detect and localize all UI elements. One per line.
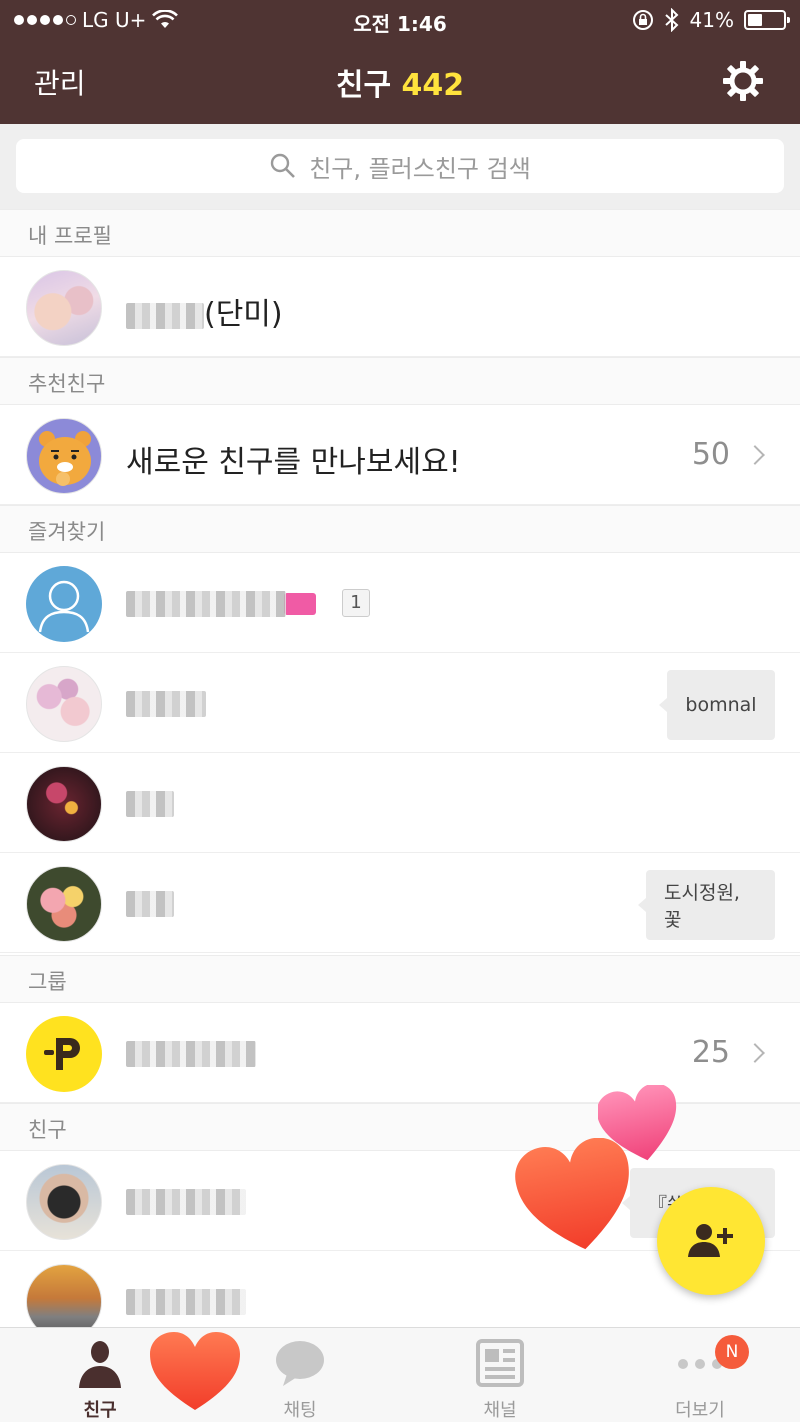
- person-icon: [79, 1341, 121, 1388]
- blurred-name: [126, 790, 174, 817]
- tab-more-label: 더보기: [675, 1400, 725, 1421]
- blurred-name: [126, 1188, 246, 1215]
- favorite-name: [126, 785, 174, 820]
- tab-channel-label: 채널: [483, 1400, 517, 1421]
- speech-bubble-icon: [276, 1341, 324, 1386]
- blurred-name: [126, 890, 174, 917]
- battery-percent: 41%: [689, 8, 734, 32]
- battery-icon: [744, 10, 790, 30]
- group-count-value: 25: [691, 1035, 730, 1070]
- my-profile-name: (단미): [126, 289, 283, 333]
- default-profile-avatar: [26, 566, 102, 642]
- avatar: [26, 666, 102, 742]
- header: 관리 친구 442: [0, 40, 800, 124]
- section-label: 친구: [28, 1118, 67, 1142]
- favorite-name: [126, 685, 206, 720]
- tab-chat[interactable]: 채팅: [220, 1328, 380, 1422]
- search-input[interactable]: 친구, 플러스친구 검색: [16, 139, 784, 193]
- tab-more[interactable]: 더보기: [620, 1328, 780, 1422]
- group-count: 25: [691, 1035, 765, 1070]
- blurred-name: [126, 1040, 256, 1067]
- recommended-friends-row[interactable]: 새로운 친구를 만나보세요! 50: [0, 405, 800, 505]
- settings-gear-icon[interactable]: [720, 58, 766, 104]
- search-area: 친구, 플러스친구 검색: [0, 124, 800, 210]
- avatar: [26, 766, 102, 842]
- favorite-name: [126, 585, 316, 620]
- channel-news-icon: [476, 1339, 524, 1387]
- group-avatar: [26, 1016, 102, 1092]
- section-header-my-profile: 내 프로필: [0, 209, 800, 257]
- heart-emoji-icon: [284, 592, 316, 615]
- favorite-row[interactable]: [0, 753, 800, 853]
- status-message-bubble: 도시정원,꽃: [638, 870, 775, 940]
- friend-name: [126, 1283, 246, 1318]
- rotation-lock-icon: [632, 10, 653, 30]
- my-profile-row[interactable]: (단미): [0, 257, 800, 357]
- avatar: [26, 866, 102, 942]
- recommended-count: 50: [691, 437, 765, 472]
- favorite-row[interactable]: 1: [0, 553, 800, 653]
- plus-friend-p-icon: [44, 1038, 80, 1070]
- status-message-bubble: bomnal: [659, 670, 775, 740]
- section-header-groups: 그룹: [0, 955, 800, 1003]
- ryan-character-icon: [39, 431, 91, 486]
- section-label: 내 프로필: [28, 224, 112, 248]
- section-label: 그룹: [28, 970, 67, 994]
- add-friend-icon: [688, 1224, 733, 1257]
- new-badge: N: [715, 1335, 749, 1369]
- unread-badge: 1: [342, 589, 370, 617]
- red-heart-icon: [515, 1138, 629, 1250]
- favorite-row[interactable]: 도시정원,꽃: [0, 853, 800, 953]
- blurred-name: [126, 1288, 246, 1315]
- avatar: [26, 1164, 102, 1240]
- avatar: [26, 270, 102, 346]
- section-header-recommended: 추천친구: [0, 357, 800, 405]
- ryan-avatar: [26, 418, 102, 494]
- page-title: 친구 442: [0, 60, 800, 104]
- chevron-right-icon: [745, 1042, 765, 1063]
- page-title-label: 친구: [335, 68, 392, 103]
- tab-channel[interactable]: 채널: [420, 1328, 580, 1422]
- section-header-favorites: 즐겨찾기: [0, 505, 800, 553]
- blurred-name: [126, 590, 286, 617]
- recommended-count-value: 50: [691, 437, 730, 472]
- blurred-name: [126, 690, 206, 717]
- friend-name: [126, 1183, 246, 1218]
- blurred-name: [126, 302, 204, 329]
- recommended-label: 새로운 친구를 만나보세요!: [126, 445, 461, 480]
- favorite-row[interactable]: bomnal: [0, 653, 800, 753]
- section-label: 추천친구: [28, 372, 106, 396]
- person-silhouette-icon: [38, 580, 90, 633]
- red-heart-icon: [150, 1332, 240, 1410]
- friend-count: 442: [401, 68, 465, 103]
- favorite-name: [126, 885, 174, 920]
- chevron-right-icon: [745, 444, 765, 465]
- group-name: [126, 1035, 256, 1070]
- search-icon: [270, 153, 296, 178]
- profile-nickname: (단미): [204, 297, 283, 332]
- add-friend-button[interactable]: [657, 1187, 765, 1295]
- tab-chat-label: 채팅: [283, 1400, 317, 1421]
- tab-bar: 친구 채팅 채널 더보기: [0, 1327, 800, 1422]
- search-placeholder: 친구, 플러스친구 검색: [309, 154, 531, 183]
- section-label: 즐겨찾기: [28, 520, 106, 544]
- status-bar: LG U+ 오전 1:46 41%: [0, 0, 800, 40]
- top-bar: LG U+ 오전 1:46 41% 관리 친구 442: [0, 0, 800, 124]
- bluetooth-icon: [664, 8, 678, 32]
